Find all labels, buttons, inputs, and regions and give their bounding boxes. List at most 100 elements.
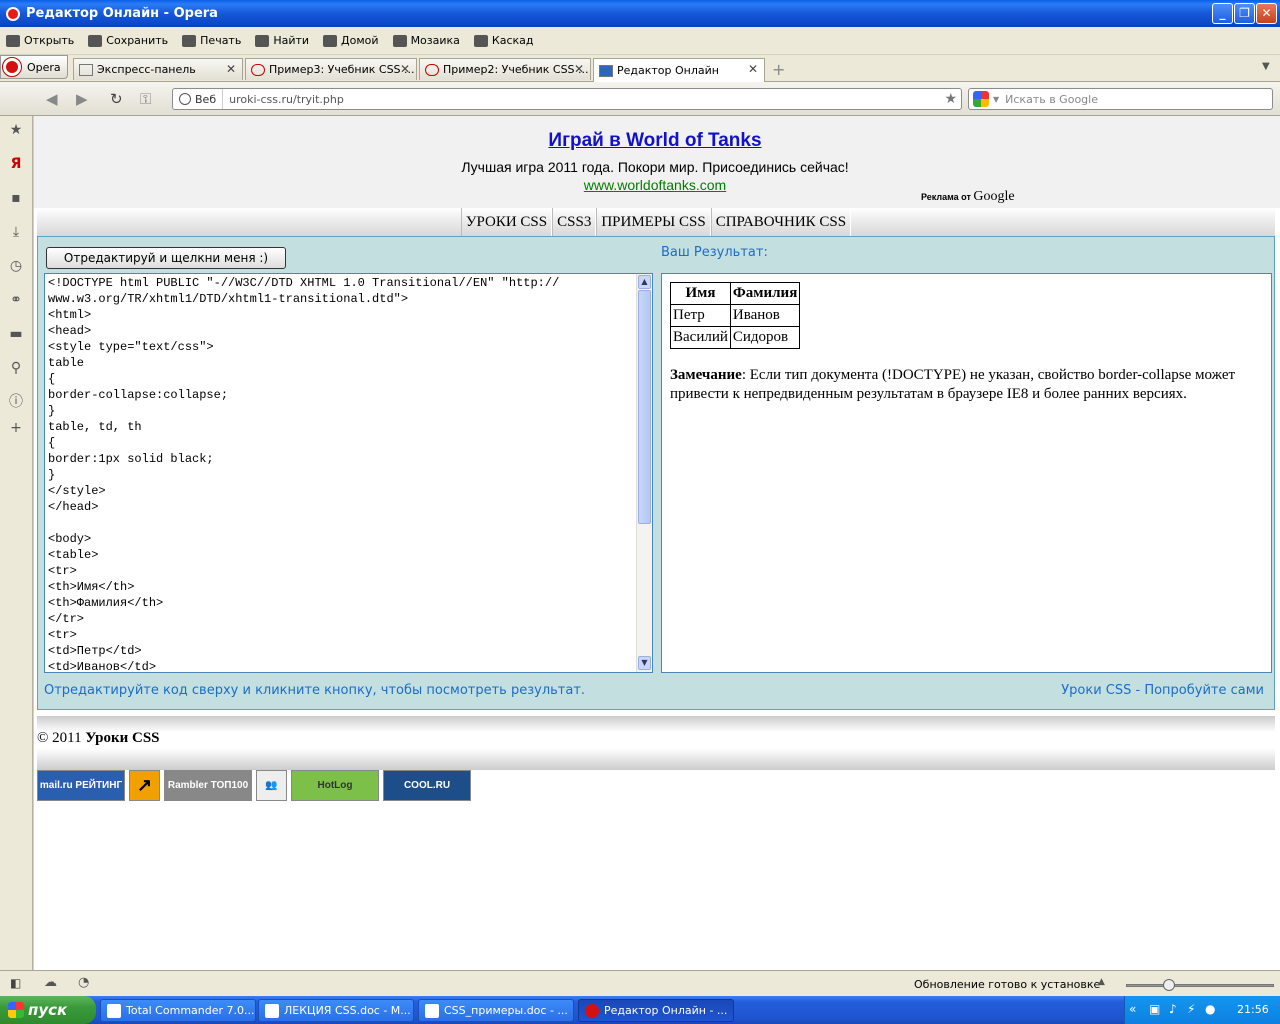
task-total-commander[interactable]: Total Commander 7.0... [100, 999, 256, 1022]
editor-hint: Отредактируйте код сверху и кликните кно… [44, 683, 586, 698]
tab-close-icon[interactable]: ✕ [226, 62, 236, 76]
update-status[interactable]: Обновление готово к установке [914, 978, 1100, 991]
total-commander-icon [107, 1003, 121, 1018]
zoom-slider-knob[interactable] [1163, 979, 1175, 991]
home-button[interactable]: Домой [323, 34, 379, 47]
code-scrollbar[interactable]: ▲ ▼ [636, 274, 652, 672]
open-button[interactable]: Открыть [6, 34, 74, 47]
volume-icon[interactable]: ♪ [1169, 1002, 1177, 1016]
turbo-icon[interactable]: ◔ [78, 975, 89, 990]
people-counter-icon[interactable]: 👥 [256, 770, 287, 801]
tab-online-editor[interactable]: Редактор Онлайн ✕ [593, 58, 765, 82]
tab-speed-dial[interactable]: Экспресс-панель ✕ [73, 58, 243, 80]
back-arrow-icon[interactable]: ◀ [46, 90, 58, 108]
print-button[interactable]: Печать [182, 34, 241, 47]
unite-cloud-icon[interactable]: ☁ [44, 975, 57, 990]
nav-item-css-reference[interactable]: СПРАВОЧНИК CSS [710, 208, 852, 236]
notes-icon[interactable]: ▪ [8, 190, 24, 206]
panel-toggle-icon[interactable]: ◧ [10, 976, 21, 990]
browser-toolbar: Открыть Сохранить Печать Найти Домой Моз… [0, 27, 1280, 55]
opera-page-icon [425, 63, 439, 76]
table-row: Петр Иванов [670, 304, 801, 327]
search-icon[interactable]: ⚲ [8, 360, 24, 376]
links-icon[interactable]: ⚭ [8, 292, 24, 308]
cascade-button[interactable]: Каскад [473, 34, 534, 47]
search-input[interactable]: ▼ Искать в Google [968, 88, 1273, 110]
task-lecture-doc[interactable]: ЛЕКЦИЯ CSS.doc - M... [258, 999, 414, 1022]
address-field[interactable]: Веб uroki-css.ru/tryit.php ★ [172, 88, 962, 110]
key-icon[interactable]: ⚿ [140, 90, 151, 108]
chevron-down-icon[interactable]: ▼ [993, 95, 999, 104]
save-button[interactable]: Сохранить [88, 34, 168, 47]
find-button[interactable]: Найти [255, 34, 309, 47]
windows-taskbar: пуск Total Commander 7.0... ЛЕКЦИЯ CSS.d… [0, 996, 1280, 1024]
tab-close-icon[interactable]: ✕ [748, 62, 758, 76]
close-button[interactable]: ✕ [1256, 3, 1277, 24]
windows-icon[interactable]: ▬ [8, 326, 24, 342]
mailru-rating-banner[interactable]: mail.ru РЕЙТИНГ [37, 770, 125, 801]
reload-icon[interactable]: ↻ [110, 90, 123, 108]
opera-logo-icon [2, 57, 22, 77]
nav-item-css-lessons[interactable]: УРОКИ CSS [460, 208, 553, 236]
tray-app-icon[interactable]: ⚡ [1187, 1002, 1195, 1016]
table-cell: Сидоров [729, 326, 801, 349]
result-note: Замечание: Если тип документа (!DOCTYPE)… [670, 367, 1236, 402]
tab-example3[interactable]: Пример3: Учебник CSS ... ✕ [245, 58, 417, 80]
yandex-icon[interactable]: Я [8, 156, 24, 172]
scroll-up-icon[interactable]: ▲ [638, 275, 651, 289]
downloads-icon[interactable]: ⤓ [8, 224, 24, 240]
url-text[interactable]: uroki-css.ru/tryit.php [223, 93, 344, 106]
task-examples-doc[interactable]: CSS_примеры.doc - ... [418, 999, 574, 1022]
table-cell: Василий [670, 326, 731, 349]
web-badge[interactable]: Веб [173, 89, 224, 109]
forward-arrow-icon[interactable]: ▶ [76, 90, 88, 108]
ad-url-link[interactable]: www.worldoftanks.com [34, 177, 1276, 193]
table-cell: Иванов [729, 304, 801, 327]
hotlog-banner[interactable]: HotLog [291, 770, 379, 801]
tab-example2[interactable]: Пример2: Учебник CSS ... ✕ [419, 58, 591, 80]
network-icon[interactable]: ▣ [1149, 1002, 1160, 1016]
opera-menu-button[interactable]: Opera [0, 55, 68, 79]
tray-app2-icon[interactable]: ● [1205, 1002, 1215, 1016]
ad-block: Играй в World of Tanks Лучшая игра 2011 … [34, 116, 1280, 208]
tile-icon [392, 34, 407, 47]
start-button[interactable]: пуск [0, 996, 96, 1024]
ads-by-google[interactable]: Реклама от Google [921, 189, 1015, 205]
tab-close-icon[interactable]: ✕ [574, 62, 584, 76]
zoom-slider[interactable] [1126, 979, 1274, 991]
minimize-button[interactable]: _ [1212, 3, 1233, 24]
arrow-banner-icon[interactable]: ↗ [129, 770, 160, 801]
code-textarea[interactable]: <!DOCTYPE html PUBLIC "-//W3C//DTD XHTML… [44, 273, 653, 673]
nav-item-css-examples[interactable]: ПРИМЕРЫ CSS [596, 208, 711, 236]
cascade-icon [473, 34, 488, 47]
tray-chevron-icon[interactable]: « [1129, 1002, 1136, 1016]
info-icon[interactable]: ⓘ [8, 394, 24, 410]
history-icon[interactable]: ◷ [8, 258, 24, 274]
run-button[interactable]: Отредактируй и щелкни меня :) [46, 247, 286, 269]
try-it-link[interactable]: Уроки CSS - Попробуйте сами [1061, 683, 1264, 698]
result-frame: Имя Фамилия Петр Иванов Василий Сидоров Зам… [661, 273, 1272, 673]
maximize-button[interactable]: ❐ [1234, 3, 1255, 24]
table-cell: Петр [670, 304, 731, 327]
add-panel-icon[interactable]: + [8, 420, 24, 436]
window-titlebar: Редактор Онлайн - Opera _ ❐ ✕ [0, 0, 1280, 27]
rambler-top100-banner[interactable]: Rambler ТОП100 [164, 770, 252, 801]
table-header: Фамилия [729, 282, 801, 305]
task-opera[interactable]: Редактор Онлайн - ... [578, 999, 734, 1022]
bookmarks-star-icon[interactable]: ★ [8, 122, 24, 138]
scroll-down-icon[interactable]: ▼ [638, 656, 651, 670]
tab-close-icon[interactable]: ✕ [400, 62, 410, 76]
clock[interactable]: 21:56 [1237, 1003, 1269, 1016]
ad-title-link[interactable]: Играй в World of Tanks [34, 130, 1276, 152]
nav-item-css3[interactable]: CSS3 [552, 208, 597, 236]
chevron-up-icon[interactable]: ▲ [1098, 977, 1105, 987]
code-text[interactable]: <!DOCTYPE html PUBLIC "-//W3C//DTD XHTML… [48, 275, 638, 672]
tile-button[interactable]: Мозаика [392, 34, 460, 47]
new-tab-icon[interactable]: + [772, 60, 785, 79]
web-page: Играй в World of Tanks Лучшая игра 2011 … [34, 116, 1280, 970]
bookmark-star-icon[interactable]: ★ [944, 91, 957, 107]
address-toolbar: ◀ ▶ ↻ ⚿ Веб uroki-css.ru/tryit.php ★ ▼ И… [0, 82, 1280, 116]
tab-menu-chevron-icon[interactable]: ▼ [1262, 61, 1270, 72]
coolru-banner[interactable]: COOL.RU [383, 770, 471, 801]
scroll-thumb[interactable] [638, 290, 651, 524]
